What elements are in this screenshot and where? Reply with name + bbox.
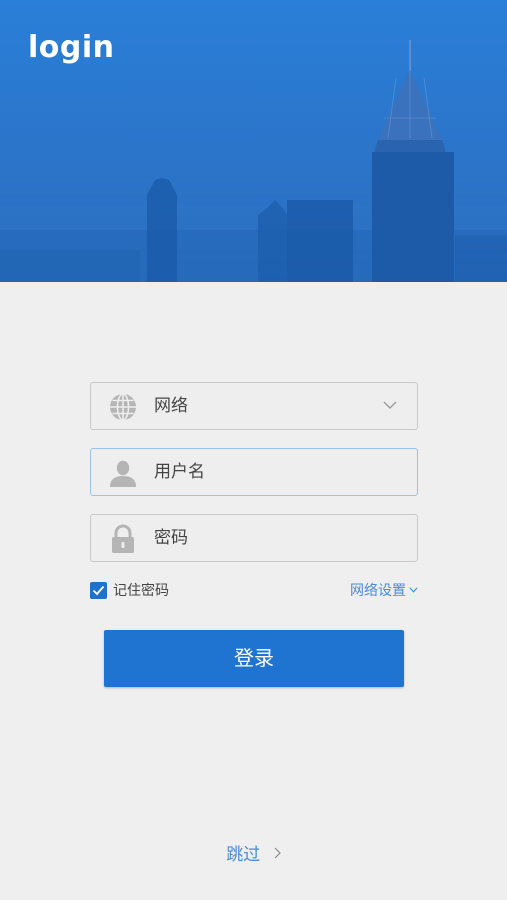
password-placeholder: 密码	[154, 528, 188, 548]
chevron-down-icon	[409, 587, 418, 593]
chevron-down-icon	[383, 401, 397, 409]
lock-icon	[112, 524, 134, 553]
remember-checkbox[interactable]	[90, 582, 107, 599]
network-settings-label: 网络设置	[350, 583, 406, 599]
globe-icon	[110, 393, 136, 421]
chevron-right-icon	[274, 847, 281, 858]
skip-label: 跳过	[226, 845, 261, 865]
checkmark-icon	[92, 585, 105, 596]
remember-label: 记住密码	[113, 583, 169, 599]
network-select[interactable]: 网络	[90, 382, 418, 430]
network-settings-link[interactable]: 网络设置	[350, 581, 418, 601]
password-input[interactable]: 密码	[90, 514, 418, 562]
username-placeholder: 用户名	[154, 462, 205, 482]
hero-banner: login	[0, 0, 507, 282]
page-title: login	[28, 30, 115, 65]
user-icon	[110, 460, 136, 487]
login-button[interactable]: 登录	[104, 630, 404, 687]
username-input[interactable]: 用户名	[90, 448, 418, 496]
skip-link[interactable]: 跳过	[0, 840, 507, 865]
network-value: 网络	[154, 396, 188, 416]
